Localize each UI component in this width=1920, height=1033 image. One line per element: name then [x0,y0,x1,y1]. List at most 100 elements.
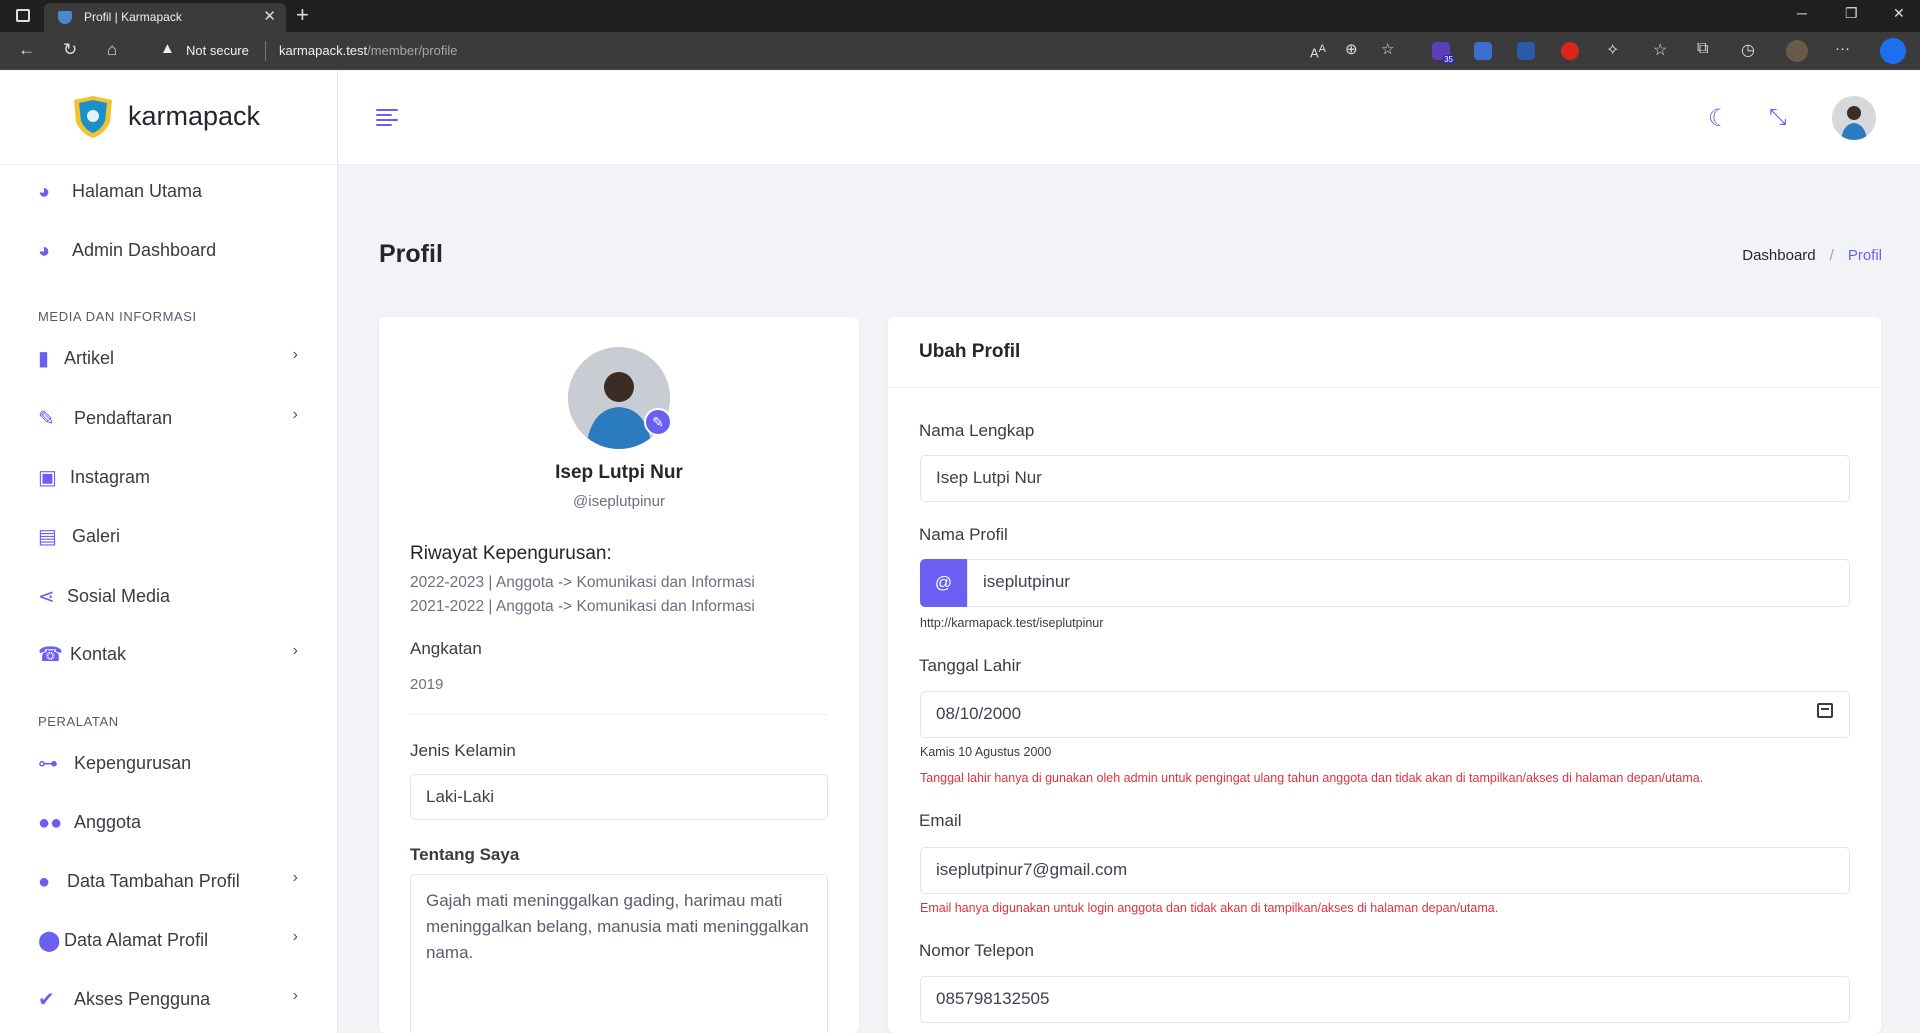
phone-icon: ☎ [38,644,63,666]
sidebar-item-label: Data Tambahan Profil [67,871,240,891]
menu-toggle-icon[interactable] [376,109,398,127]
sidebar-item-akses-pengguna[interactable]: ✔ Akses Pengguna › [38,985,298,1015]
extension-icon[interactable]: 35 [1432,42,1454,64]
collections-icon[interactable]: ⧉ [1697,40,1708,58]
sidebar-item-label: Sosial Media [67,586,171,606]
restore-icon[interactable]: ❐ [1845,5,1858,22]
fullname-label: Nama Lengkap [919,421,1035,440]
read-aloud-icon[interactable]: AA [1310,43,1326,60]
phone-label: Nomor Telepon [919,941,1034,960]
sitemap-icon: ⊶ [38,753,58,775]
sidebar-item-label: Data Alamat Profil [64,930,209,950]
sidebar-item-label: Artikel [64,348,115,368]
sidebar-item-anggota[interactable]: ●● Anggota [38,808,298,838]
chevron-right-icon: › [292,869,298,886]
edit-profile-card: Ubah Profil Nama Lengkap Isep Lutpi Nur … [888,317,1881,1033]
extensions-icon[interactable]: ✧ [1606,40,1619,60]
browser-tab[interactable]: Profil | Karmapack ✕ [44,3,286,32]
sidebar-item-label: Admin Dashboard [72,240,217,260]
history-item: 2022-2023 | Anggota -> Komunikasi dan In… [410,574,755,591]
sidebar-item-kepengurusan[interactable]: ⊶ Kepengurusan [38,749,298,779]
back-icon[interactable]: ← [18,40,35,60]
dark-mode-icon[interactable]: ☾ [1708,104,1730,133]
security-label[interactable]: Not secure [186,43,249,58]
calendar-icon[interactable] [1817,703,1833,718]
user-icon: ● [38,871,51,893]
history-title: Riwayat Kepengurusan: [410,543,612,564]
chevron-right-icon: › [292,642,298,659]
sidebar-item-data-alamat-profil[interactable]: ⬤ Data Alamat Profil › [38,926,298,956]
fullname-input[interactable]: Isep Lutpi Nur [920,455,1850,502]
edit-photo-icon[interactable]: ✎ [644,408,672,436]
sidebar-item-halaman-utama[interactable]: ◕ Halaman Utama [38,177,298,207]
refresh-icon[interactable]: ↻ [63,40,77,60]
address-bar[interactable]: karmapack.test/member/profile [279,43,457,58]
zoom-icon[interactable]: ⊕ [1345,40,1358,58]
email-input[interactable]: iseplutpinur7@gmail.com [920,847,1850,894]
profile-card: ✎ Isep Lutpi Nur @iseplutpinur Riwayat K… [379,317,859,1033]
user-check-icon: ✔ [38,989,55,1011]
tab-close-icon[interactable]: ✕ [263,7,276,25]
at-addon: @ [920,559,967,607]
sidebar-item-label: Pendaftaran [74,408,173,428]
sidebar-item-data-tambahan-profil[interactable]: ● Data Tambahan Profil › [38,867,298,897]
topbar: ☾ ⤡ [338,71,1920,165]
chevron-right-icon: › [292,928,298,945]
breadcrumb-current: Profil [1847,247,1882,264]
new-tab-button[interactable]: + [296,2,309,28]
exit-fullscreen-icon[interactable]: ⤡ [1769,104,1787,130]
chevron-right-icon: › [292,346,298,363]
sidebar-item-pendaftaran[interactable]: ✎ Pendaftaran › [38,404,298,434]
browser-navbar: ← ↻ ⌂ ▲ Not secure karmapack.test/member… [0,32,1920,70]
birthdate-note: Tanggal lahir hanya di gunakan oleh admi… [920,771,1704,785]
bing-icon[interactable] [1880,38,1906,64]
more-icon[interactable]: ··· [1835,40,1850,57]
about-label: Tentang Saya [410,845,520,864]
sidebar-item-kontak[interactable]: ☎ Kontak › [38,640,298,670]
breadcrumb-dashboard[interactable]: Dashboard [1742,247,1815,264]
bookmark-extension-icon[interactable] [1517,42,1535,60]
url-divider [265,41,266,61]
user-avatar[interactable] [1832,96,1876,140]
about-textarea[interactable]: Gajah mati meninggalkan gading, harimau … [410,874,828,1033]
sidebar-item-sosial-media[interactable]: ⋖ Sosial Media [38,582,298,612]
breadcrumb: Dashboard / Profil [1742,247,1882,264]
sidebar-item-artikel[interactable]: ▮ Artikel › [38,344,298,374]
sidebar-item-admin-dashboard[interactable]: ◕ Admin Dashboard [38,236,298,266]
warning-icon[interactable]: ▲ [160,40,175,57]
map-marker-icon: ⬤ [38,930,61,952]
angkatan-label: Angkatan [410,639,482,658]
sidebar-item-label: Instagram [70,467,151,487]
favorites-icon[interactable]: ☆ [1653,40,1667,60]
sidebar-item-label: Anggota [74,812,142,832]
birthdate-input[interactable]: 08/10/2000 [920,691,1850,738]
close-window-icon[interactable]: ✕ [1893,5,1905,22]
section-media-heading: MEDIA DAN INFORMASI [38,309,197,324]
dashboard-icon: ◕ [38,181,51,203]
birthdate-label: Tanggal Lahir [919,656,1022,675]
user-edit-icon: ✎ [38,408,55,430]
profile-name: Isep Lutpi Nur [555,462,683,483]
birthdate-readable: Kamis 10 Agustus 2000 [920,745,1052,759]
page-title: Profil [379,240,443,268]
favorite-add-icon[interactable]: ☆ [1381,40,1394,58]
history-icon[interactable]: ◷ [1741,40,1755,60]
phone-input[interactable]: 085798132505 [920,976,1850,1023]
profile-name-input[interactable]: iseplutpinur [967,559,1850,607]
minimize-icon[interactable]: ─ [1797,5,1807,21]
sidebar-item-instagram[interactable]: ▣ Instagram [38,463,298,493]
sidebar-item-galeri[interactable]: ▤ Galeri [38,522,298,552]
window-menu-icon[interactable] [16,9,30,22]
browser-tabbar: Profil | Karmapack ✕ + ─ ❐ ✕ [0,0,1920,32]
email-label: Email [919,811,962,830]
profile-url: http://karmapack.test/iseplutpinur [920,616,1104,630]
extension-badge: 35 [1443,55,1454,64]
file-icon: ▮ [38,348,50,370]
brand[interactable]: karmapack [0,71,338,165]
adblock-extension-icon[interactable] [1561,42,1579,60]
home-icon[interactable]: ⌂ [107,40,117,60]
gender-field[interactable]: Laki-Laki [410,774,828,820]
sidebar-item-label: Halaman Utama [72,181,203,201]
profile-avatar-icon[interactable] [1786,40,1808,62]
translate-extension-icon[interactable] [1474,42,1492,60]
